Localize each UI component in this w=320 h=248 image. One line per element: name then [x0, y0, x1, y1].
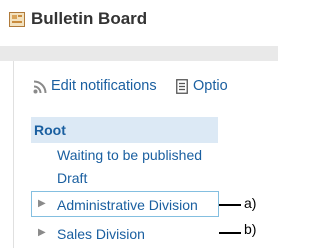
callout-line-b — [219, 232, 241, 234]
expand-arrow-icon[interactable]: ▶ — [38, 227, 46, 238]
page-title: Bulletin Board — [31, 9, 148, 28]
rss-feed-icon[interactable] — [33, 80, 47, 94]
options-link[interactable]: Optio — [193, 78, 228, 94]
category-administrative-division[interactable]: Administrative Division — [57, 197, 198, 213]
draft-link[interactable]: Draft — [57, 170, 87, 186]
header-divider — [0, 46, 278, 61]
tree-root-item[interactable]: Root — [31, 117, 218, 143]
waiting-to-be-published-link[interactable]: Waiting to be published — [57, 147, 202, 163]
callout-label-a: a) — [244, 195, 257, 211]
bulletin-board-icon — [9, 12, 25, 27]
options-list-icon[interactable] — [176, 79, 188, 94]
app-header: Bulletin Board — [0, 0, 278, 46]
edit-notifications-link[interactable]: Edit notifications — [51, 78, 157, 94]
category-sales-division[interactable]: Sales Division — [57, 226, 145, 242]
callout-label-b: b) — [244, 221, 257, 237]
expand-arrow-icon[interactable]: ▶ — [38, 198, 46, 209]
callout-line-a — [219, 204, 241, 206]
tree-root-label: Root — [34, 122, 66, 138]
